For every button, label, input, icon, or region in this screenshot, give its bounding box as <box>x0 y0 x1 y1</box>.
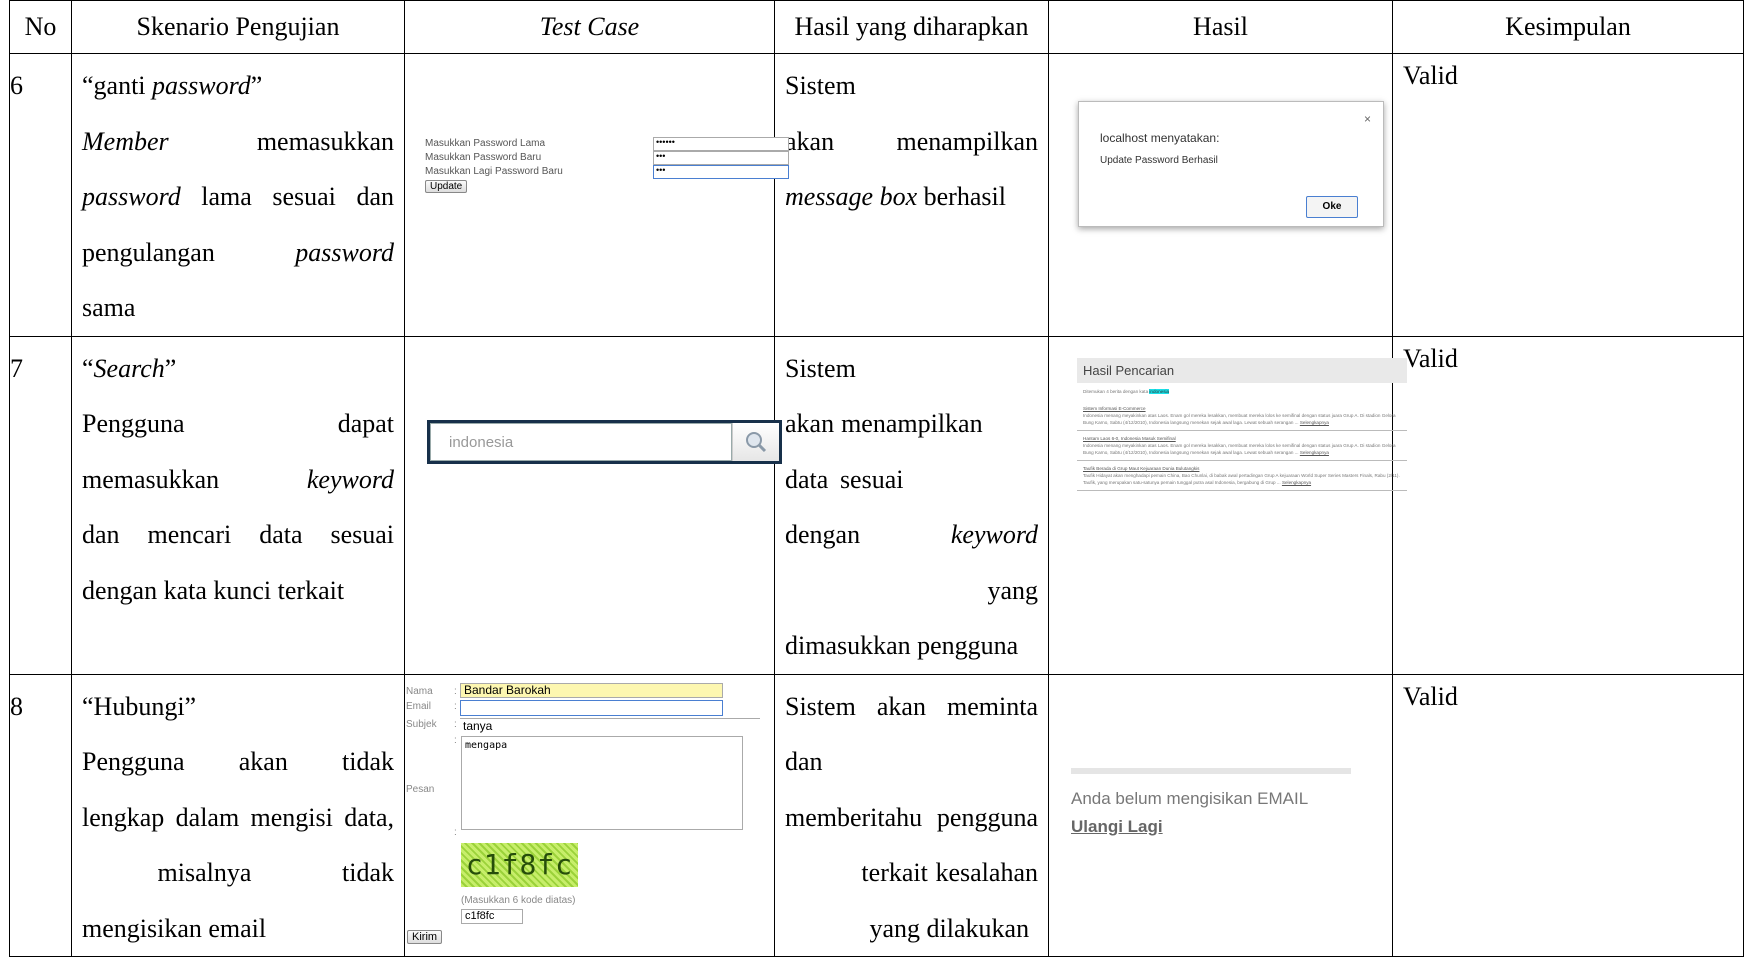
password-form: Masukkan Password Lama •••••• Masukkan Pa… <box>425 137 805 193</box>
list-item: Taufik Berada di Grup Maut Kejuaraan Dun… <box>1077 461 1407 491</box>
result-cell: × localhost menyatakan: Update Password … <box>1048 53 1393 337</box>
header-kesimpulan: Kesimpulan <box>1392 0 1744 54</box>
header-row: No Skenario Pengujian Test Case Hasil ya… <box>9 0 1744 54</box>
test-table: No Skenario Pengujian Test Case Hasil ya… <box>9 0 1744 957</box>
table-row: 6 “ganti password” Member memasukkan pass… <box>9 53 1744 337</box>
error-panel: Anda belum mengisikan EMAIL Ulangi Lagi <box>1071 767 1351 837</box>
email-field[interactable] <box>460 699 723 716</box>
testcase-cell: indonesia <box>404 335 782 675</box>
result-cell: Anda belum mengisikan EMAIL Ulangi Lagi <box>1048 673 1393 957</box>
result-cell: Hasil Pencarian Ditemukan 4 berita denga… <box>1048 335 1407 675</box>
subject-label: Subjek <box>406 718 437 730</box>
dialog-title: localhost menyatakan: <box>1100 131 1220 145</box>
contact-form: Nama : Bandar Barokah Email : Subjek : t… <box>406 675 760 953</box>
error-message: Anda belum mengisikan EMAIL <box>1071 788 1309 808</box>
subject-input[interactable]: tanya <box>460 717 760 734</box>
captcha-hint: (Masukkan 6 kode diatas) <box>461 894 576 906</box>
result-title-link[interactable]: Sistem Informasi E-Commerce <box>1083 405 1401 412</box>
search-results: Hasil Pencarian Ditemukan 4 berita denga… <box>1077 357 1407 491</box>
captcha-image: c1f8fc <box>461 842 578 887</box>
row-number: 6 <box>9 53 72 337</box>
table-row: 7 “Search” Pengguna dapat memasukkan keyw… <box>9 335 1744 675</box>
captcha-input[interactable]: c1f8fc <box>461 908 523 924</box>
close-icon[interactable]: × <box>1364 112 1371 126</box>
confirm-password-label: Masukkan Lagi Password Baru <box>425 166 563 177</box>
ok-button[interactable]: Oke <box>1306 196 1358 218</box>
header-no: No <box>9 0 72 54</box>
result-title-link[interactable]: Hantam Laos 6-0, Indonesia Masuk Semifin… <box>1083 435 1401 442</box>
expected-text: Sistem akan menampilkan message box berh… <box>785 71 1038 211</box>
read-more-link[interactable]: Selengkapnya <box>1282 480 1311 485</box>
email-label: Email <box>406 700 432 712</box>
old-password-label: Masukkan Password Lama <box>425 138 546 149</box>
scenario-cell: “Hubungi” Pengguna akan tidak lengkap dal… <box>71 673 405 957</box>
row-number: 7 <box>9 335 72 675</box>
search-input[interactable]: indonesia <box>430 422 732 461</box>
conclusion-cell: Valid <box>1392 53 1744 337</box>
results-header: Hasil Pencarian <box>1077 357 1407 383</box>
message-label: Pesan <box>406 783 435 795</box>
new-password-input[interactable]: ••• <box>653 151 789 165</box>
expected-text: Sistem akan menampilkan data sesuai deng… <box>785 353 1038 661</box>
results-info: Ditemukan 4 berita dengan kata indonesia <box>1083 388 1170 394</box>
search-bar: indonesia <box>427 419 782 464</box>
name-input[interactable]: Bandar Barokah <box>460 682 723 698</box>
read-more-link[interactable]: Selengkapnya <box>1300 420 1329 425</box>
retry-link[interactable]: Ulangi Lagi <box>1071 817 1351 837</box>
expected-cell: Sistem akan menampilkan message box berh… <box>774 53 1049 337</box>
alert-dialog: × localhost menyatakan: Update Password … <box>1078 101 1384 227</box>
table-row: 8 “Hubungi” Pengguna akan tidak lengkap d… <box>9 673 1744 957</box>
list-item: Sistem Informasi E-Commerce Indonesia me… <box>1077 401 1407 431</box>
expected-cell: Sistem akan menampilkan data sesuai deng… <box>774 335 1049 675</box>
search-icon <box>746 431 767 452</box>
scenario-cell: “ganti password” Member memasukkan passwo… <box>71 53 405 337</box>
dialog-message: Update Password Berhasil <box>1100 155 1218 166</box>
search-button[interactable] <box>732 422 779 461</box>
expected-text: Sistem akan meminta dan memberitahu peng… <box>785 691 1038 943</box>
testcase-cell: Nama : Bandar Barokah Email : Subjek : t… <box>404 673 775 957</box>
list-item: Hantam Laos 6-0, Indonesia Masuk Semifin… <box>1077 431 1407 461</box>
conclusion-text: Valid <box>1403 681 1458 711</box>
divider <box>1071 767 1351 774</box>
header-skenario: Skenario Pengujian <box>71 0 405 54</box>
scenario-text: “Hubungi” Pengguna akan tidak lengkap dal… <box>82 691 394 943</box>
read-more-link[interactable]: Selengkapnya <box>1300 450 1329 455</box>
conclusion-text: Valid <box>1403 343 1458 373</box>
row-number: 8 <box>9 673 72 957</box>
header-test-case: Test Case <box>404 0 775 54</box>
conclusion-cell: Valid <box>1392 335 1744 675</box>
conclusion-text: Valid <box>1403 61 1458 90</box>
new-password-label: Masukkan Password Baru <box>425 152 542 163</box>
header-expected: Hasil yang diharapkan <box>774 0 1049 54</box>
expected-cell: Sistem akan meminta dan memberitahu peng… <box>774 673 1049 957</box>
name-label: Nama <box>406 685 433 697</box>
update-button[interactable]: Update <box>425 180 468 193</box>
result-title-link[interactable]: Taufik Berada di Grup Maut Kejuaraan Dun… <box>1083 465 1401 472</box>
testcase-cell: Masukkan Password Lama •••••• Masukkan Pa… <box>404 53 789 337</box>
scenario-cell: “Search” Pengguna dapat memasukkan keywor… <box>71 335 405 675</box>
send-button[interactable]: Kirim <box>407 929 443 944</box>
confirm-password-input[interactable]: ••• <box>653 165 789 179</box>
message-textarea[interactable]: mengapa <box>461 735 743 830</box>
header-hasil: Hasil <box>1048 0 1393 54</box>
scenario-text: “Search” Pengguna dapat memasukkan keywor… <box>82 353 394 605</box>
old-password-input[interactable]: •••••• <box>653 137 789 151</box>
conclusion-cell: Valid <box>1392 673 1744 957</box>
scenario-text: “ganti password” Member memasukkan passwo… <box>82 71 394 322</box>
